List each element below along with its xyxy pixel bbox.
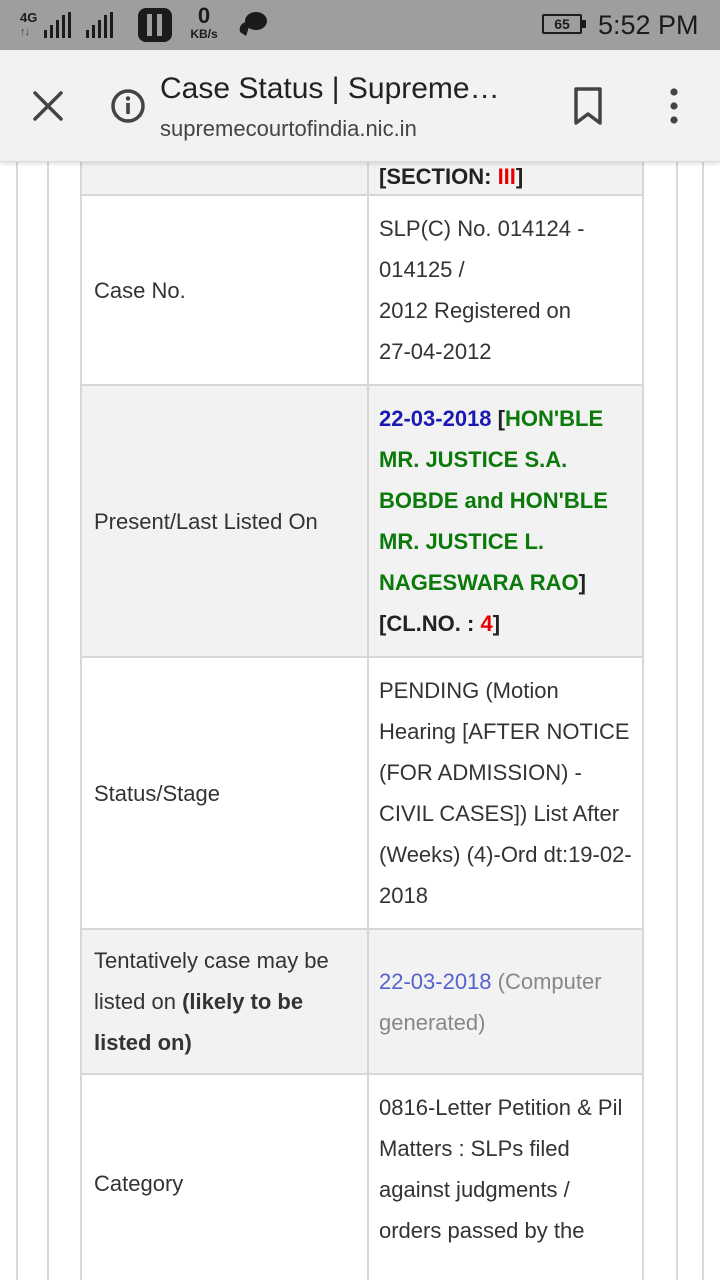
- table-row-tentative: Tentatively case may be listed on (likel…: [80, 928, 644, 1075]
- page-url[interactable]: supremecourtofindia.nic.in: [160, 116, 417, 142]
- case-no-line: SLP(C) No. 014124 -: [379, 216, 585, 241]
- category-label: Category: [80, 1073, 369, 1280]
- network-type: 4G: [20, 10, 38, 25]
- case-no-line: 014125 /: [379, 257, 465, 282]
- case-no-value: SLP(C) No. 014124 - 014125 / 2012 Regist…: [367, 194, 644, 386]
- frame-border: [702, 162, 704, 1280]
- site-info-icon[interactable]: [110, 88, 146, 124]
- tentative-value: 22-03-2018 (Computer generated): [367, 928, 644, 1075]
- case-no-line: 27-04-2012: [379, 339, 492, 364]
- tentative-date: 22-03-2018: [379, 968, 492, 994]
- case-no-line: 2012 Registered on: [379, 298, 572, 323]
- listed-on-label: Present/Last Listed On: [80, 384, 369, 658]
- page-content: [SECTION: III] Case No. SLP(C) No. 01412…: [0, 162, 720, 1280]
- bookmark-icon[interactable]: [570, 84, 606, 128]
- table-row-case-no: Case No. SLP(C) No. 014124 - 014125 / 20…: [80, 194, 644, 386]
- speed-value: 0: [197, 3, 211, 28]
- section-prefix: [SECTION:: [379, 164, 498, 189]
- table-label-cell: [80, 162, 369, 196]
- bench-names: HON'BLE MR. JUSTICE S.A. BOBDE and HON'B…: [379, 406, 608, 595]
- signal-strength-icon-2: [86, 12, 113, 38]
- clno-suffix: ]: [492, 611, 501, 636]
- clno-value: 4: [480, 611, 493, 636]
- close-icon[interactable]: [26, 84, 70, 128]
- page-title: Case Status | Supreme…: [160, 72, 500, 105]
- status-bar: 4G ↑↓ 0 KB/s 65 5:52 PM: [0, 0, 720, 50]
- browser-toolbar: Case Status | Supreme… supremecourtofind…: [0, 50, 720, 162]
- case-status-table: [SECTION: III] Case No. SLP(C) No. 01412…: [80, 162, 644, 1280]
- listed-on-value: 22-03-2018 [HON'BLE MR. JUSTICE S.A. BOB…: [367, 384, 644, 658]
- table-row-category: Category 0816-Letter Petition & Pil Matt…: [80, 1073, 644, 1280]
- table-row-status: Status/Stage PENDING (Motion Hearing [AF…: [80, 656, 644, 930]
- section-value-cell: [SECTION: III]: [367, 162, 644, 196]
- section-suffix: ]: [515, 164, 524, 189]
- speed-unit: KB/s: [190, 27, 218, 41]
- bracket: [: [491, 406, 505, 431]
- app-notification-icon: [138, 8, 172, 42]
- more-options-icon[interactable]: [656, 84, 692, 128]
- clock: 5:52 PM: [598, 10, 699, 40]
- battery-icon: 65: [542, 14, 586, 34]
- frame-border: [47, 162, 49, 1280]
- data-activity-icon: ↑↓: [20, 26, 30, 38]
- status-label: Status/Stage: [80, 656, 369, 930]
- clno-prefix: [CL.NO. :: [379, 611, 481, 636]
- table-row-section: [SECTION: III]: [80, 162, 644, 196]
- case-no-label: Case No.: [80, 194, 369, 386]
- tentative-label: Tentatively case may be listed on (likel…: [80, 928, 369, 1075]
- frame-border: [676, 162, 678, 1280]
- category-value: 0816-Letter Petition & Pil Matters : SLP…: [367, 1073, 644, 1280]
- chat-icon: [239, 12, 267, 36]
- network-speed: 0 KB/s: [186, 3, 222, 41]
- section-value: III: [497, 164, 516, 189]
- table-row-listed-on: Present/Last Listed On 22-03-2018 [HON'B…: [80, 384, 644, 658]
- bracket: ]: [578, 570, 586, 595]
- status-value: PENDING (Motion Hearing [AFTER NOTICE (F…: [367, 656, 644, 930]
- listed-date: 22-03-2018: [379, 406, 492, 431]
- signal-strength-icon: [44, 12, 71, 38]
- frame-border: [16, 162, 18, 1280]
